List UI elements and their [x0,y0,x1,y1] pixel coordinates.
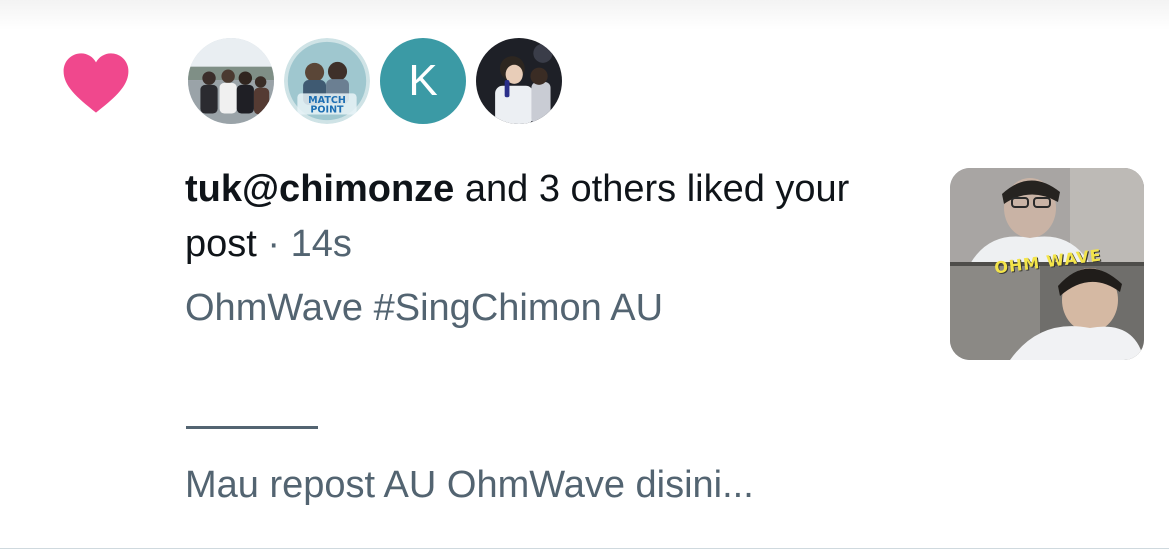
separator-dot: · [256,223,291,265]
concert-photo-avatar[interactable] [474,36,564,126]
post-thumbnail[interactable]: OHM WAVE [950,168,1144,360]
avatar-letter: K [408,56,438,105]
notification-headline: tuk@chimonze and 3 others liked your pos… [185,162,905,272]
timestamp: 14s [290,223,352,265]
divider [186,426,318,429]
svg-text:POINT: POINT [310,105,344,116]
liker-username[interactable]: tuk@chimonze [185,168,454,210]
post-snippet[interactable]: Mau repost AU OhmWave disini... [185,460,754,510]
letter-avatar[interactable]: K [378,36,468,126]
heart-icon [63,53,129,113]
post-title[interactable]: OhmWave #SingChimon AU [185,283,663,333]
like-notification[interactable]: MATCH POINT K tuk@chimonze and 3 others … [0,0,1169,553]
match-point-avatar[interactable]: MATCH POINT [282,36,372,126]
liker-avatars: MATCH POINT K [186,36,564,126]
bottom-border [0,548,1169,549]
group-photo-avatar[interactable] [186,36,276,126]
